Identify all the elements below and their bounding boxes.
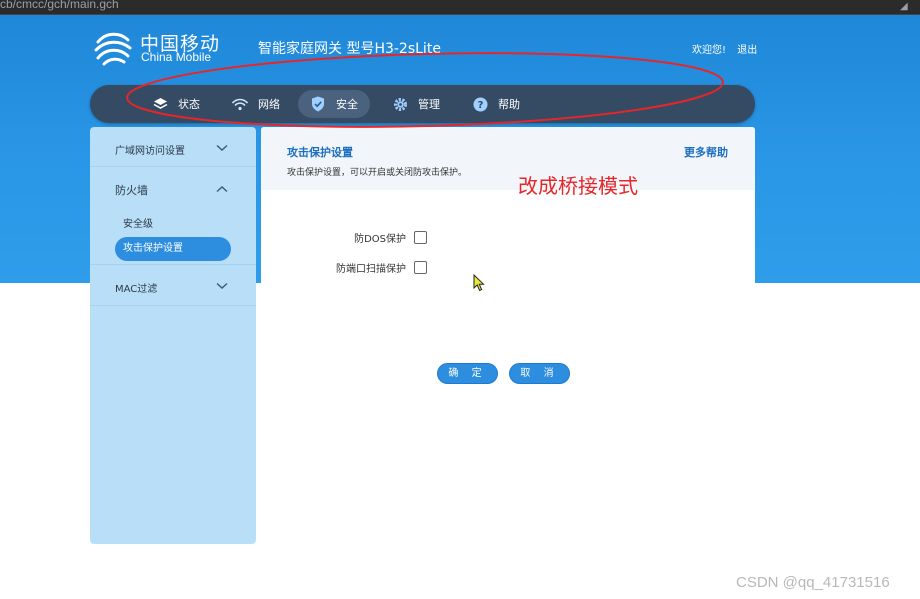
nav-label-security: 安全 bbox=[336, 98, 358, 111]
browser-address-bar[interactable]: cb/cmcc/gch/main.gch ◢ bbox=[0, 0, 920, 15]
dos-protection-label: 防DOS保护 bbox=[354, 234, 406, 245]
chevron-down-icon bbox=[216, 144, 228, 151]
nav-item-network[interactable]: 网络 bbox=[232, 90, 280, 118]
logo-icon bbox=[94, 32, 132, 66]
nav-label-help: 帮助 bbox=[498, 98, 520, 111]
nav-label-manage: 管理 bbox=[418, 98, 440, 111]
cancel-button[interactable]: 取 消 bbox=[509, 363, 570, 384]
user-links: 欢迎您! 退出 bbox=[692, 41, 765, 56]
nav-item-security[interactable]: 安全 bbox=[298, 90, 370, 118]
nav-item-manage[interactable]: 管理 bbox=[392, 90, 440, 118]
confirm-button[interactable]: 确 定 bbox=[437, 363, 498, 384]
nav-item-help[interactable]: ? 帮助 bbox=[472, 90, 520, 118]
mouse-cursor-icon bbox=[473, 274, 485, 292]
sidebar-label-mac-filter: MAC过滤 bbox=[115, 284, 158, 295]
page-title: 攻击保护设置 bbox=[287, 146, 353, 159]
watermark: CSDN @qq_41731516 bbox=[736, 574, 890, 591]
extension-icon[interactable]: ◢ bbox=[900, 1, 912, 13]
logo-english-text: China Mobile bbox=[141, 50, 212, 64]
welcome-text: 欢迎您! bbox=[692, 45, 727, 56]
gear-icon bbox=[392, 96, 408, 112]
sidebar-item-mac-filter[interactable]: MAC过滤 bbox=[90, 265, 256, 306]
more-help-link[interactable]: 更多帮助 bbox=[684, 144, 728, 160]
portscan-protection-label: 防端口扫描保护 bbox=[336, 264, 406, 275]
question-icon: ? bbox=[472, 96, 488, 112]
sidebar: 广域网访问设置 防火墙 安全级 MAC过滤 bbox=[90, 127, 256, 544]
nav-label-network: 网络 bbox=[258, 98, 280, 111]
sidebar-label-firewall[interactable]: 防火墙 bbox=[115, 182, 148, 198]
page-description: 攻击保护设置，可以开启或关闭防攻击保护。 bbox=[287, 168, 468, 178]
logout-link[interactable]: 退出 bbox=[737, 45, 757, 56]
content-header: 攻击保护设置 攻击保护设置，可以开启或关闭防攻击保护。 更多帮助 bbox=[261, 127, 755, 190]
dos-protection-checkbox[interactable] bbox=[414, 231, 427, 244]
chevron-down-icon bbox=[216, 282, 228, 289]
nav-item-status[interactable]: 状态 bbox=[152, 90, 200, 118]
layers-icon bbox=[152, 96, 168, 112]
china-mobile-logo: 中国移动 China Mobile bbox=[92, 28, 222, 68]
gateway-model-title: 智能家庭网关 型号H3-2sLite bbox=[258, 41, 441, 57]
sidebar-label-wan-access: 广域网访问设置 bbox=[115, 146, 185, 157]
sidebar-item-wan-access[interactable]: 广域网访问设置 bbox=[90, 127, 256, 167]
main-nav: 状态 网络 安全 管理 ? 帮助 bbox=[90, 85, 755, 123]
wifi-icon bbox=[232, 96, 248, 112]
sidebar-subitem-attack-protection[interactable]: 攻击保护设置 bbox=[115, 237, 231, 261]
svg-text:?: ? bbox=[477, 100, 483, 111]
shield-icon bbox=[310, 96, 326, 112]
nav-label-status: 状态 bbox=[178, 98, 200, 111]
chevron-up-icon[interactable] bbox=[216, 185, 228, 193]
annotation-text: 改成桥接模式 bbox=[518, 174, 638, 198]
content-panel: 攻击保护设置 攻击保护设置，可以开启或关闭防攻击保护。 更多帮助 防DOS保护 … bbox=[261, 127, 755, 544]
url-text: cb/cmcc/gch/main.gch bbox=[0, 0, 119, 11]
portscan-protection-checkbox[interactable] bbox=[414, 261, 427, 274]
sidebar-subitem-security-level[interactable]: 安全级 bbox=[123, 215, 153, 230]
